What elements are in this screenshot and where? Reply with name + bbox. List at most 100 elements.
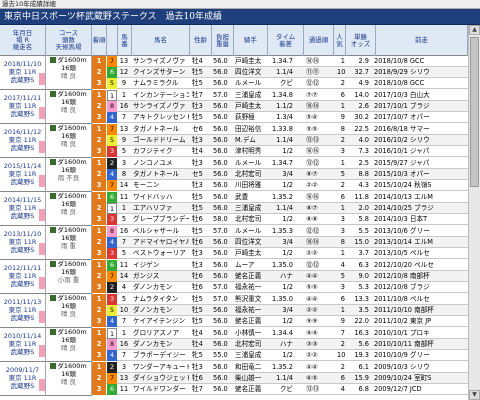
horse-name: ダノンカモン (133, 283, 173, 291)
table-row[interactable]: 3 4 7 ブラボーデイジー 牝5 55.0 三浦皇成 1/2 ②② 10 19.3 2010/10/… (92, 350, 468, 361)
finish-rank: 3 (92, 384, 106, 395)
course-info: ダ1600m 16頭 小雨 重 (46, 260, 92, 294)
table-row[interactable]: 3 2 4 ダノンカモン 牡6 57.0 福永祐一 1/2 ⑤⑤ 3 5.3 2012/10/8 ブラ… (92, 282, 468, 293)
table-row[interactable]: 2 7 13 ダイショウジェット 牡6 56.0 柴山雄一 1.1/4 ⑥⑤ 6 15.9 2009/… (92, 373, 468, 384)
horse-number: 7 (121, 351, 127, 359)
finish-time: 1.35.2 (272, 193, 293, 201)
previous-race: 2009/12/7 JCD (374, 385, 422, 393)
jockey-name: 柴山雄一 (235, 374, 262, 382)
col-jockey: 騎手 (234, 25, 268, 56)
jockey-name: 北村宏司 (235, 170, 262, 178)
scroll-up-icon[interactable]: ▲ (469, 25, 480, 35)
win-odds: 6.8 (358, 385, 370, 393)
jockey-name: 福永祐一 (235, 306, 262, 314)
bracket-number: 4 (107, 169, 117, 180)
previous-race: 2014/10/3 日本T (374, 215, 428, 223)
table-row[interactable]: 2 5 10 ダノンカモン 牡5 56.0 福永祐一 3/4 ②② 1 3.5 2011/10/10 … (92, 305, 468, 316)
table-row[interactable]: 2 6 12 クインズサターン 牡5 56.0 四位洋文 1.1/4 ⑪⑪ 10 32.7 2018/… (92, 67, 468, 78)
horse-number: 12 (119, 68, 129, 76)
table-row[interactable]: 1 6 11 ワイドバッハ 牡5 56.0 武豊 1.35.2 ⑯⑯ 6 11.8 2014/10/1… (92, 192, 468, 203)
carried-weight: 58.0 (213, 215, 228, 223)
previous-race: 2017/10/1 ブラジ (374, 102, 430, 110)
race-marker (39, 208, 45, 221)
table-row[interactable]: 3 3 5 ベストウォーリア 牡3 56.0 戸崎圭太 1/2 ②② 1 3.7 2013/10/5 … (92, 248, 468, 259)
table-row[interactable]: 1 8 16 ベルシャザール 牡5 57.0 ルメール 1.35.3 ⑫⑫ 3 5.5 2013/10… (92, 226, 468, 237)
going: 良 (69, 344, 77, 352)
horse-number: 1 (121, 91, 127, 99)
jockey-name: ルメール (235, 159, 262, 167)
field-size: 16頭 (61, 166, 76, 174)
table-row[interactable]: 1 6 11 イジゲン 牡3 56.0 ムーア 1.35.0 ⑫⑫ 4 6.3 2012/10/20 … (92, 260, 468, 271)
field-size: 16頭 (61, 302, 76, 310)
win-odds: 11.8 (354, 193, 369, 201)
sex-age: 牡5 (192, 68, 203, 76)
horse-name: サンライズノヴァ (133, 57, 186, 65)
table-row[interactable]: 1 1 1 グロリアスノア 牡4 56.0 小林慎一 1.34.4 ⑨⑨ 7 16.3 2010/10… (92, 328, 468, 339)
table-row[interactable]: 3 4 7 ケイアイテンジン 牡5 56.0 蛯名正義 1/2 ⑨⑨ 9 22.0 2011/10/2… (92, 316, 468, 327)
passing-order: ②② (306, 181, 318, 189)
table-row[interactable]: 2 5 9 ゴールドドリーム 牡3 56.0 M.デム 1.1/4 ⑬⑬ 2 4.0 2016/10/… (92, 135, 468, 146)
table-row[interactable]: 1 2 3 ノンコノユメ 牡3 56.0 ルメール 1.34.7 ⑬⑫ 1 2.5 2015/9/27… (92, 158, 468, 169)
table-row[interactable]: 2 8 16 サンライズノヴァ 牡3 56.0 戸崎圭太 1.1/2 ⑭⑭ 1 2.6 2017/10… (92, 101, 468, 112)
table-row[interactable]: 1 3 5 ナムラタイタン 牡5 57.0 熊沢重文 1.35.0 ④④ 6 13.3 2011/10… (92, 294, 468, 305)
course-info: ダ1600m 16頭晴 良 (46, 192, 92, 226)
table-row[interactable]: 2 7 14 ガンジス 牡6 56.0 蛯名正義 ハナ ④④ 5 9.0 2012/10/8 南部杯 (92, 271, 468, 282)
table-row[interactable]: 3 4 7 アキトクレッセント 牡5 56.0 荻野極 1.3/4 ⑤④ 9 30.2 2017/10… (92, 112, 468, 123)
table-row[interactable]: 3 3 5 カフジテイク 牡4 56.0 津村明秀 1/2 ⑯⑯ 3 7.3 2016/10/1 ジャ… (92, 146, 468, 157)
carried-weight: 56.0 (213, 249, 228, 257)
table-row[interactable]: 3 6 11 ワイルドワンダー 牡7 56.0 蛯名正義 クビ ⑬⑬ 4 6.8 2009/12/7 … (92, 384, 468, 395)
going: 重 (69, 242, 77, 250)
race-block: 2013/11/10 東京 11R 武蔵野S ダ1600m 16頭雨 重 1 8 16 ベルシャ… (0, 226, 468, 260)
table-row[interactable]: 3 7 14 モーニン 牡3 56.0 川田将雅 1/2 ②② 2 4.3 2015/10/24 秋嶺… (92, 180, 468, 191)
table-row[interactable]: 2 4 7 アドマイヤロイヤル 牡6 56.0 四位洋文 3/4 ⑭⑭ 8 15.0 2013/10/… (92, 237, 468, 248)
table-row[interactable]: 1 7 13 サンライズノヴァ 牡4 56.0 戸崎圭太 1.34.7 ⑭⑭ 1 2.9 2018/1… (92, 56, 468, 67)
table-row[interactable]: 1 2 3 ワンダーアキュート 牡3 56.0 和田竜二 1.35.2 ④④ 2 6.1 2009/1… (92, 362, 468, 373)
course-distance-line: ダ1600m (46, 294, 91, 302)
weather-going: 晴 良 (46, 140, 91, 148)
scroll-down-icon[interactable]: ▼ (469, 390, 480, 400)
scroll-thumb[interactable] (470, 37, 479, 187)
horse-name: アキトクレッセント (133, 113, 189, 121)
race-info: 2010/11/14 東京 11R 武蔵野S (0, 328, 46, 362)
win-odds: 2.5 (358, 159, 370, 167)
bracket-number: 1 (107, 328, 117, 339)
win-odds: 3.5 (358, 306, 370, 314)
table-row[interactable]: 2 8 16 ダノンカモン 牡4 56.0 北村宏司 ハナ ③③ 2 5.6 2010/10/11 南… (92, 339, 468, 350)
finish-time: 3/4 (282, 306, 293, 314)
table-row[interactable]: 1 7 13 タガノトネール セ6 56.0 田辺裕信 1.33.8 ⑤⑤ 8 22.5 2016/8… (92, 124, 468, 135)
popularity: 2 (340, 79, 345, 87)
horse-number: 16 (119, 227, 129, 235)
table-row[interactable]: 2 4 8 タガノトネール セ5 56.0 北村宏司 3/4 ⑧⑦ 5 8.8 2015/10/3 オ… (92, 169, 468, 180)
horse-number: 16 (119, 340, 129, 348)
table-row[interactable]: 3 5 9 ナムラミラクル 牡5 56.0 ルメール クビ ⑫⑫ 2 4.9 2018/10/8 GC… (92, 78, 468, 89)
weather: 雨 (60, 242, 68, 250)
table-row[interactable]: 2 1 1 エアハリファ 牡5 56.0 三浦皇成 1.1/4 ⑧⑦ 1 2.0 2014/10/25… (92, 203, 468, 214)
passing-order: ⑧⑦ (306, 170, 318, 178)
carried-weight: 56.0 (213, 181, 228, 189)
finish-time: 1.33.8 (272, 125, 293, 133)
sex-age: 牡4 (192, 147, 203, 155)
sex-age: 牡3 (192, 181, 203, 189)
race-date: 2010/11/14 (3, 332, 42, 340)
course-info: ダ1600m 16頭雨 不良 (46, 158, 92, 192)
horse-name: ベストウォーリア (133, 249, 186, 257)
carried-weight: 56.0 (213, 159, 228, 167)
bracket-number: 7 (107, 373, 117, 384)
win-odds: 2.9 (358, 57, 370, 65)
vertical-scrollbar[interactable]: ▲ ▼ (468, 25, 480, 400)
finish-time: 1.1/4 (276, 68, 293, 76)
weather-going: 晴 良 (46, 310, 91, 318)
race-marker (39, 174, 45, 187)
sex-age: 牡5 (192, 295, 203, 303)
finish-time: 1.1/4 (276, 374, 293, 382)
race-date: 2018/11/10 (3, 60, 42, 68)
table-row[interactable]: 3 3 5 グレープブランデー 牡6 58.0 北村宏司 1/2 ⑧⑧ 3 5.8 2014/10/3… (92, 214, 468, 225)
previous-race: 2012/10/8 南部杯 (374, 272, 430, 280)
popularity: 1 (340, 102, 345, 110)
jockey-name: 武豊 (235, 193, 249, 201)
jockey-name: 三浦皇成 (235, 351, 262, 359)
carried-weight: 56.0 (213, 261, 228, 269)
field-size: 16頭 (61, 200, 76, 208)
previous-race: 2016/8/18 サマー (374, 125, 430, 133)
table-row[interactable]: 1 1 1 インカンテーション 牡7 57.0 三浦皇成 1.34.8 ⑦⑦ 6 14.0 2017/… (92, 90, 468, 101)
